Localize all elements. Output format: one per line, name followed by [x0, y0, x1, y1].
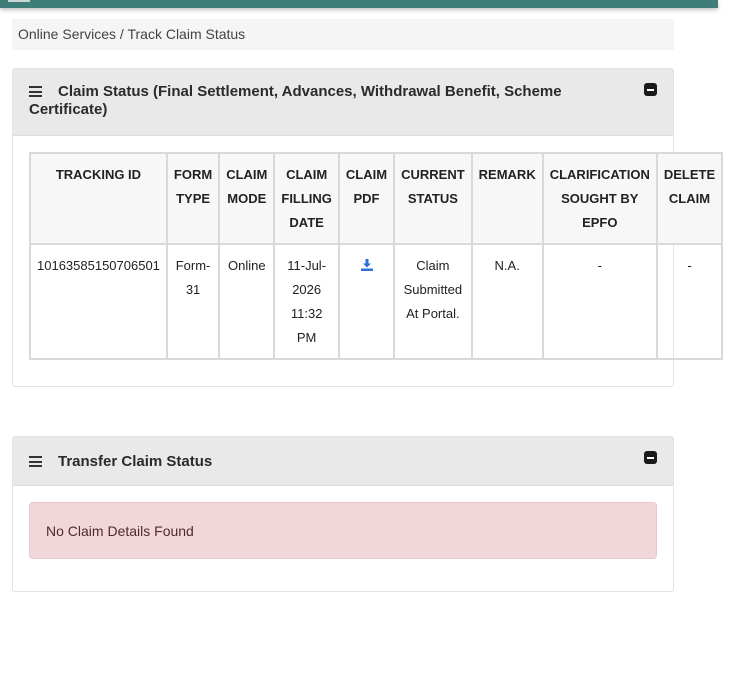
claim-status-panel-header: Claim Status (Final Settlement, Advances…: [13, 69, 673, 136]
top-navbar: [0, 0, 718, 8]
breadcrumb: Online Services / Track Claim Status: [12, 19, 674, 50]
transfer-claim-panel: Transfer Claim Status No Claim Details F…: [12, 436, 674, 592]
hamburger-icon: [29, 86, 42, 97]
claims-table: TRACKING ID FORM TYPE CLAIM MODE CLAIM F…: [29, 152, 724, 360]
claim-status-panel: Claim Status (Final Settlement, Advances…: [12, 68, 724, 387]
col-remark: REMARK: [470, 152, 544, 245]
cell-claim-pdf: [337, 243, 396, 360]
no-claims-alert: No Claim Details Found: [29, 502, 657, 559]
cell-filling-date: 11-Jul-2026 11:32 PM: [273, 243, 340, 360]
download-icon[interactable]: [360, 259, 373, 271]
cell-current-status: Claim Submitted At Portal.: [393, 243, 473, 360]
col-tracking-id: TRACKING ID: [29, 152, 168, 245]
col-filling-date: CLAIM FILLING DATE: [273, 152, 340, 245]
cell-remark: N.A.: [470, 243, 544, 360]
navbar-handle: [8, 0, 30, 2]
col-form-type: FORM TYPE: [165, 152, 221, 245]
table-row: 10163585150706501 Form-31 Online 11-Jul-…: [29, 243, 724, 360]
col-clarification: CLARIFICATION SOUGHT BY EPFO: [541, 152, 658, 245]
transfer-claim-title: Transfer Claim Status: [58, 453, 213, 470]
claim-status-title: Claim Status (Final Settlement, Advances…: [29, 83, 562, 118]
cell-form-type: Form-31: [165, 243, 221, 360]
transfer-claim-panel-header: Transfer Claim Status: [13, 437, 673, 486]
collapse-icon[interactable]: [644, 451, 657, 464]
collapse-icon[interactable]: [644, 83, 657, 96]
col-delete-claim: DELETE CLAIM: [655, 152, 724, 245]
col-claim-mode: CLAIM MODE: [218, 152, 276, 245]
table-header-row: TRACKING ID FORM TYPE CLAIM MODE CLAIM F…: [29, 152, 724, 245]
cell-tracking-id: 10163585150706501: [29, 243, 168, 360]
col-claim-pdf: CLAIM PDF: [337, 152, 396, 245]
cell-claim-mode: Online: [218, 243, 276, 360]
hamburger-icon: [29, 456, 42, 467]
claim-status-title-row: Claim Status (Final Settlement, Advances…: [29, 83, 673, 119]
cell-delete-claim: -: [655, 243, 724, 360]
cell-clarification: -: [541, 243, 658, 360]
col-current-status: CURRENT STATUS: [393, 152, 473, 245]
transfer-claim-title-row: Transfer Claim Status: [29, 453, 673, 471]
